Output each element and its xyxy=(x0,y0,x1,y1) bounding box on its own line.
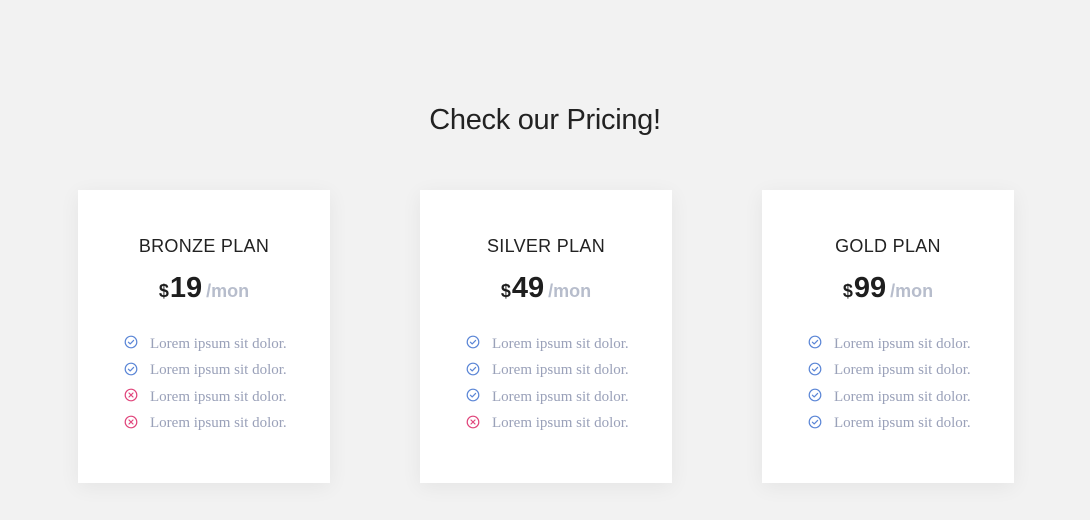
plan-name: SILVER PLAN xyxy=(486,236,605,256)
feature-text: Lorem ipsum sit dolor. xyxy=(150,335,287,352)
feature-item: Lorem ipsum sit dolor. xyxy=(466,384,629,411)
feature-item: Lorem ipsum sit dolor. xyxy=(808,384,971,411)
check-circle-icon xyxy=(808,335,822,349)
price-period: /mon xyxy=(890,281,934,301)
price-amount: 99 xyxy=(853,272,887,304)
pricing-card-bronze: BRONZE PLAN $19/mon Lorem ipsum sit dolo… xyxy=(78,190,330,483)
price: $49/mon xyxy=(420,272,672,305)
x-circle-icon xyxy=(124,388,138,402)
feature-text: Lorem ipsum sit dolor. xyxy=(834,335,971,352)
check-circle-icon xyxy=(124,362,138,376)
feature-list: Lorem ipsum sit dolor. Lorem ipsum sit do… xyxy=(124,331,287,437)
price-amount: 49 xyxy=(511,272,545,304)
price-period: /mon xyxy=(206,281,250,301)
feature-text: Lorem ipsum sit dolor. xyxy=(492,335,629,352)
price-amount: 19 xyxy=(169,272,203,304)
feature-item: Lorem ipsum sit dolor. xyxy=(466,358,629,385)
plan-name: BRONZE PLAN xyxy=(138,236,270,256)
feature-text: Lorem ipsum sit dolor. xyxy=(834,362,971,379)
feature-item: Lorem ipsum sit dolor. xyxy=(808,411,971,438)
x-circle-icon xyxy=(124,415,138,429)
pricing-card-silver: SILVER PLAN $49/mon Lorem ipsum sit dolo… xyxy=(420,190,672,483)
check-circle-icon xyxy=(466,388,480,402)
feature-item: Lorem ipsum sit dolor. xyxy=(808,358,971,385)
feature-text: Lorem ipsum sit dolor. xyxy=(834,388,971,405)
feature-list: Lorem ipsum sit dolor. Lorem ipsum sit do… xyxy=(808,331,971,437)
feature-item: Lorem ipsum sit dolor. xyxy=(808,331,971,358)
feature-text: Lorem ipsum sit dolor. xyxy=(150,415,287,432)
check-circle-icon xyxy=(466,335,480,349)
price-period: /mon xyxy=(548,281,592,301)
check-circle-icon xyxy=(124,335,138,349)
feature-item: Lorem ipsum sit dolor. xyxy=(466,331,629,358)
price-currency: $ xyxy=(842,281,853,301)
page-title: Check our Pricing! xyxy=(429,104,661,136)
price: $99/mon xyxy=(762,272,1014,305)
plan-name: GOLD PLAN xyxy=(835,236,941,256)
check-circle-icon xyxy=(808,388,822,402)
feature-item: Lorem ipsum sit dolor. xyxy=(124,384,287,411)
check-circle-icon xyxy=(808,415,822,429)
feature-item: Lorem ipsum sit dolor. xyxy=(124,331,287,358)
feature-text: Lorem ipsum sit dolor. xyxy=(492,362,629,379)
check-circle-icon xyxy=(466,362,480,376)
feature-item: Lorem ipsum sit dolor. xyxy=(124,411,287,438)
feature-text: Lorem ipsum sit dolor. xyxy=(150,388,287,405)
x-circle-icon xyxy=(466,415,480,429)
check-circle-icon xyxy=(808,362,822,376)
price: $19/mon xyxy=(78,272,330,305)
feature-text: Lorem ipsum sit dolor. xyxy=(150,362,287,379)
feature-text: Lorem ipsum sit dolor. xyxy=(492,415,629,432)
feature-item: Lorem ipsum sit dolor. xyxy=(466,411,629,438)
pricing-card-gold: GOLD PLAN $99/mon Lorem ipsum sit dolor.… xyxy=(762,190,1014,483)
feature-list: Lorem ipsum sit dolor. Lorem ipsum sit do… xyxy=(466,331,629,437)
price-currency: $ xyxy=(158,281,169,301)
feature-item: Lorem ipsum sit dolor. xyxy=(124,358,287,385)
feature-text: Lorem ipsum sit dolor. xyxy=(834,415,971,432)
price-currency: $ xyxy=(500,281,511,301)
feature-text: Lorem ipsum sit dolor. xyxy=(492,388,629,405)
